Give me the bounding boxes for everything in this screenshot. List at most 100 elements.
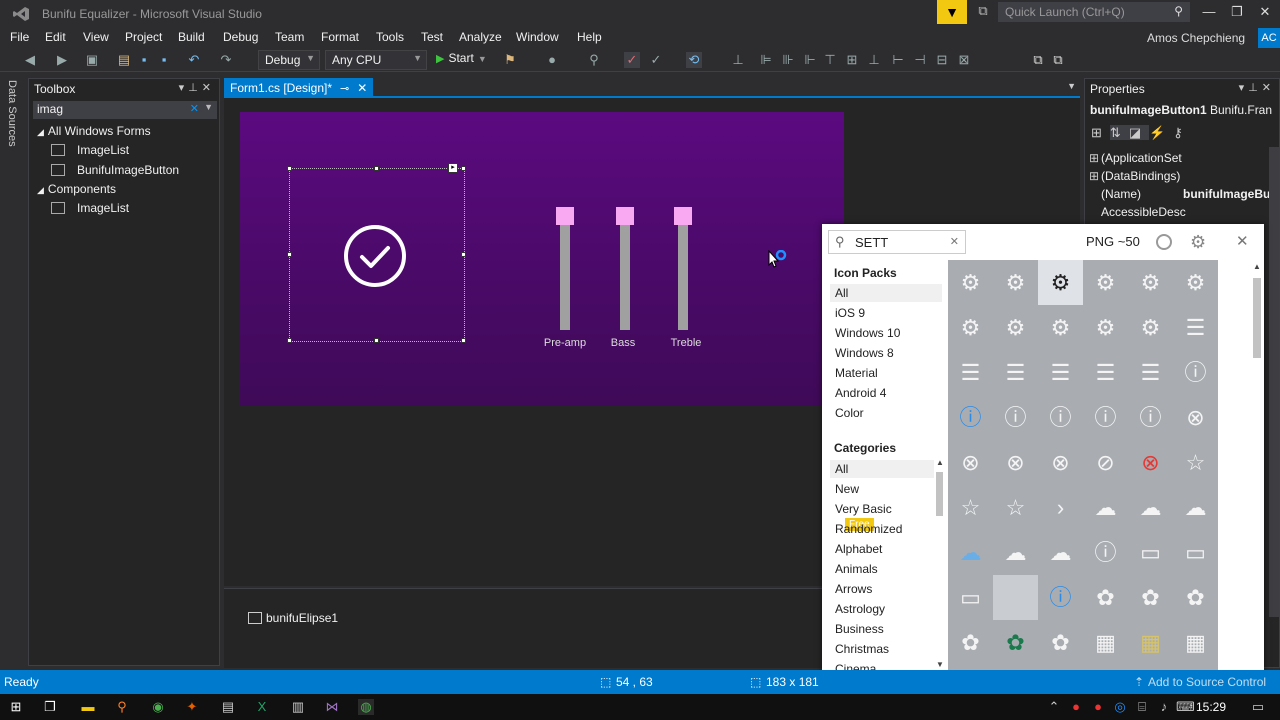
toolbox-item-imagelist[interactable]: ImageList bbox=[51, 201, 129, 215]
app-icon[interactable]: ◍ bbox=[358, 699, 374, 715]
icon-pack-item[interactable]: Material bbox=[830, 364, 942, 382]
align-middle-icon[interactable]: ⊞ bbox=[844, 52, 860, 68]
redo-icon[interactable]: ↷ bbox=[218, 52, 234, 68]
gear-icon[interactable]: ⚙ bbox=[948, 260, 993, 305]
gear-icon[interactable]: ⚙ bbox=[1173, 260, 1218, 305]
gears-icon[interactable]: ⚙ bbox=[948, 305, 993, 350]
chevron-down-icon[interactable]: ▼ bbox=[204, 102, 213, 112]
close-icon[interactable]: ✕ bbox=[1236, 232, 1249, 250]
feedback-filter-icon[interactable]: ▼ bbox=[937, 0, 967, 24]
category-item[interactable]: Arrows bbox=[830, 580, 934, 598]
app-icon[interactable]: ▥ bbox=[290, 699, 306, 715]
cloud-icon[interactable]: ☁ bbox=[1038, 530, 1083, 575]
toolbox-item-bunifuimagebutton[interactable]: BunifuImageButton bbox=[51, 163, 179, 177]
spacing-icon[interactable]: ⊠ bbox=[956, 52, 972, 68]
spacing-icon[interactable]: ⊢ bbox=[890, 52, 906, 68]
send-to-back-icon[interactable]: ⧉ bbox=[1050, 52, 1066, 68]
category-item[interactable]: New bbox=[830, 480, 934, 498]
info-icon[interactable]: ⓘ bbox=[1083, 530, 1128, 575]
avatar[interactable]: AC bbox=[1258, 28, 1280, 48]
task-view-icon[interactable]: ❐ bbox=[42, 699, 58, 715]
close-icon[interactable]: ⊗ bbox=[948, 440, 993, 485]
volume-icon[interactable]: ♪ bbox=[1156, 699, 1172, 715]
pin-icon[interactable]: ⊥ bbox=[188, 82, 202, 94]
menu-window[interactable]: Window bbox=[516, 30, 559, 44]
close-icon[interactable]: ⊗ bbox=[1038, 440, 1083, 485]
category-item[interactable]: Randomized bbox=[830, 520, 934, 538]
new-project-icon[interactable]: ▣ bbox=[84, 52, 100, 68]
categories-scrollbar[interactable]: ▲ ▼ bbox=[934, 458, 944, 672]
menu-build[interactable]: Build bbox=[178, 30, 205, 44]
expand-icon[interactable]: ⊞ bbox=[1089, 169, 1101, 183]
tray-app-icon[interactable]: ● bbox=[1068, 699, 1084, 715]
spacing-icon[interactable]: ⊣ bbox=[912, 52, 928, 68]
property-row[interactable]: AccessibleDesc bbox=[1089, 205, 1186, 219]
bunifu-image-button[interactable]: ▸ bbox=[287, 163, 466, 343]
align-top-icon[interactable]: ⊤ bbox=[822, 52, 838, 68]
property-row[interactable]: ⊞ (ApplicationSet bbox=[1089, 151, 1182, 165]
property-value[interactable]: bunifuImageBu bbox=[1183, 187, 1270, 201]
browser-link-icon[interactable]: ⚑ bbox=[502, 52, 518, 68]
plant-icon[interactable]: ✿ bbox=[1173, 575, 1218, 620]
excel-icon[interactable]: X bbox=[254, 699, 270, 715]
info-icon[interactable]: ⓘ bbox=[948, 395, 993, 440]
gear-icon[interactable]: ⚙ bbox=[1083, 260, 1128, 305]
toolbox-search-input[interactable]: imag ✕ ▼ bbox=[33, 101, 217, 119]
align-bottom-icon[interactable]: ⊥ bbox=[866, 52, 882, 68]
toolbox-group-all-windows-forms[interactable]: ◢ All Windows Forms bbox=[37, 124, 151, 138]
resize-handle[interactable] bbox=[374, 166, 379, 171]
blank-icon[interactable] bbox=[993, 575, 1038, 620]
pin-icon[interactable]: ⊸ bbox=[340, 83, 349, 95]
back-icon[interactable]: ◀ bbox=[22, 52, 38, 68]
icon-grid-scrollbar[interactable]: ▲ ▼ bbox=[1250, 260, 1264, 684]
gear-icon[interactable]: ⚙ bbox=[1190, 232, 1206, 253]
circle-toggle-icon[interactable] bbox=[1156, 234, 1172, 250]
star-icon[interactable]: ☆ bbox=[1173, 440, 1218, 485]
slider-thumb-preamp[interactable] bbox=[556, 207, 574, 225]
open-folder-icon[interactable]: ▤ bbox=[116, 52, 132, 68]
close-icon[interactable]: ⊗ bbox=[1173, 395, 1218, 440]
tab-form1-design[interactable]: Form1.cs [Design]* ⊸ ✕ bbox=[224, 78, 374, 98]
properties-scrollbar[interactable] bbox=[1269, 147, 1279, 617]
info-icon[interactable]: ⓘ bbox=[1038, 575, 1083, 620]
app-icon[interactable]: ▤ bbox=[220, 699, 236, 715]
menu-format[interactable]: Format bbox=[321, 30, 359, 44]
gear-icon[interactable]: ⚙ bbox=[1128, 260, 1173, 305]
save-all-icon[interactable]: ▪ bbox=[156, 52, 172, 68]
menu-icon[interactable]: ☰ bbox=[1173, 305, 1218, 350]
cloud-icon[interactable]: ☁ bbox=[1173, 485, 1218, 530]
expand-icon[interactable]: ⊞ bbox=[1089, 151, 1101, 165]
component-bunifuelipse1[interactable]: bunifuElipse1 bbox=[248, 611, 338, 625]
property-pages-icon[interactable]: ⚷ bbox=[1173, 125, 1191, 140]
category-item[interactable]: Christmas bbox=[830, 640, 934, 658]
properties-icon[interactable]: ◪ bbox=[1128, 125, 1150, 140]
menu-icon[interactable]: ☰ bbox=[948, 350, 993, 395]
scroll-up-icon[interactable]: ▲ bbox=[936, 458, 944, 467]
category-item[interactable]: Very BasicFree bbox=[830, 500, 934, 531]
close-icon[interactable]: ✕ bbox=[357, 81, 367, 95]
menu-file[interactable]: File bbox=[10, 30, 29, 44]
icon-pack-item[interactable]: iOS 9 bbox=[830, 304, 942, 322]
restore-button[interactable]: ❐ bbox=[1224, 2, 1250, 22]
designer-form[interactable]: ▸ Pre-amp Bass Treble bbox=[240, 112, 844, 406]
smart-tag-icon[interactable]: ▸ bbox=[448, 163, 458, 173]
category-item[interactable]: Business bbox=[830, 620, 934, 638]
scroll-thumb[interactable] bbox=[1253, 278, 1261, 358]
film-icon[interactable]: ▦ bbox=[1083, 620, 1128, 665]
close-icon[interactable]: ⊗ bbox=[1128, 440, 1173, 485]
live-share-icon[interactable]: ⟲ bbox=[686, 52, 702, 68]
gear-icon[interactable]: ⚙ bbox=[1038, 260, 1083, 305]
tray-app-icon[interactable]: ● bbox=[1090, 699, 1106, 715]
properties-object-selector[interactable]: bunifuImageButton1 Bunifu.Fran bbox=[1090, 103, 1272, 117]
minimize-button[interactable]: — bbox=[1196, 2, 1222, 22]
comment-icon[interactable]: ● bbox=[544, 52, 560, 68]
menu-edit[interactable]: Edit bbox=[45, 30, 66, 44]
plant-icon[interactable]: ✿ bbox=[1083, 575, 1128, 620]
gears-icon[interactable]: ⚙ bbox=[1128, 305, 1173, 350]
cloud-icon[interactable]: ☁ bbox=[1083, 485, 1128, 530]
plant-icon[interactable]: ✿ bbox=[993, 620, 1038, 665]
visual-studio-icon[interactable]: ⋈ bbox=[324, 699, 340, 715]
chevron-down-icon[interactable]: ▾ bbox=[1239, 82, 1249, 94]
category-item[interactable]: Astrology bbox=[830, 600, 934, 618]
slider-track-bass[interactable] bbox=[620, 222, 630, 330]
